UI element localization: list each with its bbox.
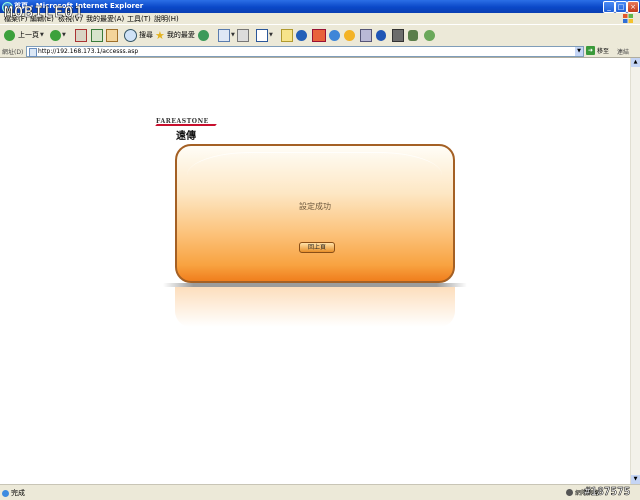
mail-dropdown-icon[interactable]: ▼ <box>231 32 235 38</box>
edit-button[interactable]: ▼ <box>256 28 273 42</box>
research-button[interactable] <box>392 28 404 42</box>
go-button[interactable]: ➜ 移至 <box>586 46 609 55</box>
status-done: 完成 <box>2 488 25 498</box>
history-icon <box>198 29 209 41</box>
close-button[interactable]: × <box>627 1 639 13</box>
messenger-button[interactable] <box>329 28 340 42</box>
note-button[interactable] <box>281 28 293 42</box>
back-dropdown-icon[interactable]: ▼ <box>40 32 44 38</box>
internet-zone-icon <box>566 489 573 496</box>
figure-button[interactable] <box>408 28 418 42</box>
bluetooth-icon <box>376 29 386 41</box>
menu-bar: 檔案(F) 編輯(E) 檢視(V) 我的最愛(A) 工具(T) 說明(H) <box>0 13 640 24</box>
forward-arrow-icon <box>50 29 61 41</box>
panel-reflection <box>175 287 455 327</box>
minimize-button[interactable]: _ <box>603 1 615 13</box>
success-message: 設定成功 <box>299 202 331 211</box>
title-bar: 首頁 - Microsoft Internet Explorer _ □ × <box>0 0 640 13</box>
message-panel: 設定成功 回上頁 <box>175 144 455 283</box>
mail-button[interactable]: ▼ <box>218 28 235 42</box>
menu-tools[interactable]: 工具(T) <box>127 14 151 24</box>
star-icon: ★ <box>155 28 165 42</box>
links-button[interactable]: 連結 <box>617 47 629 56</box>
logo-swoosh <box>155 124 217 126</box>
plugin-icon <box>360 28 372 42</box>
search-button[interactable]: 搜尋 <box>124 28 153 42</box>
favorites-label: 我的最愛 <box>166 31 195 39</box>
globe-button[interactable] <box>296 28 307 42</box>
back-arrow-icon <box>4 29 15 41</box>
address-input[interactable]: http://192.168.173.1/accesss.asp ▼ <box>26 46 584 57</box>
address-dropdown-icon[interactable]: ▼ <box>575 47 583 56</box>
word-edit-icon <box>256 28 268 42</box>
search-icon <box>124 28 137 42</box>
history-button[interactable] <box>198 28 209 42</box>
back-button[interactable]: 上一頁 ▼ <box>4 28 44 42</box>
toolbar: 上一頁 ▼ ▼ 搜尋 ★ 我的最愛 ▼ ▼ <box>0 24 640 46</box>
stop-icon <box>75 28 87 42</box>
address-bar: 網址(D) http://192.168.173.1/accesss.asp ▼… <box>0 45 640 58</box>
print-button[interactable] <box>237 28 249 42</box>
forward-button[interactable]: ▼ <box>50 28 66 42</box>
print-icon <box>237 28 249 42</box>
plugin-button[interactable] <box>360 28 372 42</box>
menu-help[interactable]: 說明(H) <box>154 14 179 24</box>
menu-favorites[interactable]: 我的最愛(A) <box>86 14 124 24</box>
scroll-up-icon[interactable]: ▲ <box>631 58 640 67</box>
windows-logo-icon <box>623 14 633 23</box>
search-label: 搜尋 <box>139 31 153 39</box>
smiley-icon <box>344 29 355 41</box>
tool-button[interactable] <box>312 28 326 42</box>
logo-chinese: 遠傳 <box>176 131 196 142</box>
go-arrow-icon: ➜ <box>586 46 595 55</box>
stop-button[interactable] <box>75 28 87 42</box>
smiley-button[interactable] <box>344 28 355 42</box>
edit-dropdown-icon[interactable]: ▼ <box>269 32 273 38</box>
refresh-icon <box>91 28 103 42</box>
tool-icon <box>312 28 326 42</box>
status-text: 完成 <box>11 489 25 497</box>
scroll-down-icon[interactable]: ▼ <box>631 475 640 484</box>
home-icon <box>106 28 118 42</box>
frog-button[interactable] <box>424 28 435 42</box>
note-icon <box>281 28 293 42</box>
favorites-button[interactable]: ★ 我的最愛 <box>155 28 195 42</box>
status-bar: 完成 網際網路 <box>0 484 640 500</box>
address-url[interactable]: http://192.168.173.1/accesss.asp <box>38 47 138 56</box>
home-button[interactable] <box>106 28 118 42</box>
mail-icon <box>218 28 230 42</box>
back-label: 上一頁 <box>18 31 39 39</box>
back-page-button[interactable]: 回上頁 <box>299 242 335 253</box>
watermark-id: #187575 <box>584 485 631 499</box>
globe-icon <box>296 29 307 41</box>
maximize-button[interactable]: □ <box>615 1 627 13</box>
fareastone-logo: FAREASTONE 遠傳 <box>155 117 218 142</box>
go-label: 移至 <box>597 48 610 55</box>
panel-gloss <box>187 152 442 198</box>
page-icon <box>29 48 37 57</box>
bluetooth-button[interactable] <box>376 28 386 42</box>
messenger-icon <box>329 29 340 41</box>
page-done-icon <box>2 489 9 497</box>
research-icon <box>392 28 404 42</box>
refresh-button[interactable] <box>91 28 103 42</box>
frog-icon <box>424 29 435 41</box>
mobile01-watermark: MOBILE01 <box>4 3 85 22</box>
figure-icon <box>408 29 418 41</box>
address-label: 網址(D) <box>2 49 24 56</box>
forward-dropdown-icon[interactable]: ▼ <box>62 32 66 38</box>
vertical-scrollbar[interactable]: ▲ ▼ <box>630 58 640 484</box>
